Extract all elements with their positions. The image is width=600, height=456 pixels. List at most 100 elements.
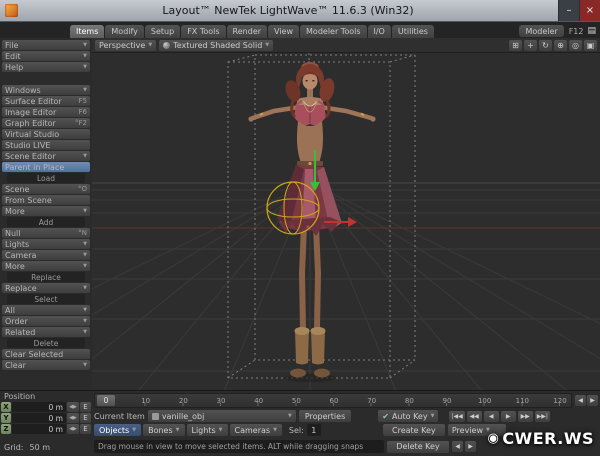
magnify-icon[interactable]: ◎ (569, 39, 582, 51)
sidebar-item-camera[interactable]: Camera ▼ (2, 250, 90, 260)
sidebar-item-scene[interactable]: Scene °O (2, 184, 90, 194)
viewport-toolbar: Perspective ▼ Textured Shaded Solid ▼ ⊞ +… (92, 38, 600, 53)
sidebar-item-more[interactable]: More ▼ (2, 261, 90, 271)
mode-lights-button[interactable]: Lights ▼ (186, 424, 228, 436)
minimize-button[interactable]: – (558, 0, 579, 21)
preview-next-button[interactable]: ▶ (465, 441, 476, 452)
tab-setup[interactable]: Setup (144, 25, 181, 38)
axis-tag-z[interactable]: Z (1, 424, 11, 434)
sidebar-item-all[interactable]: All ▼ (2, 305, 90, 315)
grid-toggle-icon[interactable]: ⊞ (509, 39, 522, 51)
mode-label: Bones (148, 425, 173, 435)
tab-render[interactable]: Render (226, 25, 268, 38)
tab-modeler-tools[interactable]: Modeler Tools (300, 25, 367, 38)
tab-items[interactable]: Items (70, 25, 105, 38)
transport-previous-keyframe-button[interactable]: ◀◀ (466, 410, 482, 422)
viewport-canvas[interactable] (92, 53, 600, 390)
envelope-button[interactable]: E (80, 402, 91, 412)
chevron-down-icon: ▼ (83, 53, 87, 59)
sidebar-item-surface-editor[interactable]: Surface Editor F5 (2, 96, 90, 106)
axis-stepper-icon[interactable]: ◀▶ (67, 424, 79, 434)
close-button[interactable]: × (579, 0, 600, 21)
sidebar-item-scene-editor[interactable]: Scene Editor ▼ (2, 151, 90, 161)
axis-tag-y[interactable]: Y (1, 413, 11, 423)
sidebar-item-clear-selected[interactable]: Clear Selected (2, 349, 90, 359)
timeline-slider[interactable]: 0 0102030405060708090100110120 (94, 393, 572, 408)
transport-go-to-end-button[interactable]: ▶▶| (534, 410, 550, 422)
axis-value-x-field[interactable]: 0 m (12, 402, 66, 412)
tab-modify[interactable]: Modify (105, 25, 144, 38)
window-title: Layout™ NewTek LightWave™ 11.6.3 (Win32) (162, 4, 414, 17)
sidebar-item-from-scene[interactable]: From Scene (2, 195, 90, 205)
mode-cameras-button[interactable]: Cameras ▼ (229, 424, 282, 436)
mode-objects-button[interactable]: Objects ▼ (94, 424, 142, 436)
sidebar-item-lights[interactable]: Lights ▼ (2, 239, 90, 249)
timeline-tick: 110 (515, 397, 530, 405)
axis-value-z-field[interactable]: 0 m (12, 424, 66, 434)
sidebar-item-more[interactable]: More ▼ (2, 206, 90, 216)
envelope-button[interactable]: E (80, 413, 91, 423)
zoom-icon[interactable]: ⊕ (554, 39, 567, 51)
panel-toggle-icon[interactable]: ▤ (587, 26, 596, 36)
frame-step-forward-button[interactable]: ▶ (587, 395, 598, 406)
axis-stepper-icon[interactable]: ◀▶ (67, 413, 79, 423)
current-item-row: Current Item vanille_obj ▼ Properties ✔ … (94, 410, 598, 422)
transport-next-frame-button[interactable]: ▶ (500, 410, 516, 422)
properties-button[interactable]: Properties (298, 410, 352, 422)
grid-value: 50 m (29, 443, 50, 452)
timeline-tick: 60 (329, 397, 339, 405)
watermark-logo-icon: ◉ (487, 431, 500, 446)
preview-prev-button[interactable]: ◀ (452, 441, 463, 452)
sidebar-item-windows[interactable]: Windows ▼ (2, 85, 90, 95)
sidebar-item-clear[interactable]: Clear ▼ (2, 360, 90, 370)
view-mode-dropdown[interactable]: Perspective ▼ (95, 39, 157, 51)
sidebar-item-image-editor[interactable]: Image Editor F6 (2, 107, 90, 117)
axis-value-y-field[interactable]: 0 m (12, 413, 66, 423)
tab-fx-tools[interactable]: FX Tools (181, 25, 226, 38)
sidebar-item-null[interactable]: Null °N (2, 228, 90, 238)
current-item-dropdown[interactable]: vanille_obj ▼ (147, 410, 296, 422)
axis-stepper-icon[interactable]: ◀▶ (67, 402, 79, 412)
sidebar-item-help[interactable]: Help ▼ (2, 62, 90, 72)
timeline-handle[interactable]: 0 (97, 395, 115, 406)
maximize-icon[interactable]: ▣ (584, 39, 597, 51)
transport-previous-frame-button[interactable]: ◀ (483, 410, 499, 422)
sidebar-item-graph-editor[interactable]: Graph Editor °F2 (2, 118, 90, 128)
chevron-down-icon: ▼ (218, 427, 223, 433)
tab-utilities[interactable]: Utilities (391, 25, 434, 38)
sidebar-item-file[interactable]: File ▼ (2, 40, 90, 50)
axis-tag-x[interactable]: X (1, 402, 11, 412)
auto-key-toggle[interactable]: ✔ Auto Key ▼ (378, 410, 439, 422)
shortcut-label: °F2 (75, 119, 87, 127)
rotate-icon[interactable]: ↻ (539, 39, 552, 51)
create-key-button[interactable]: Create Key (382, 424, 445, 436)
tab-i-o[interactable]: I/O (367, 25, 391, 38)
shading-mode-dropdown[interactable]: Textured Shaded Solid ▼ (159, 39, 274, 51)
sidebar-item-order[interactable]: Order ▼ (2, 316, 90, 326)
transport-go-to-start-button[interactable]: |◀◀ (449, 410, 465, 422)
delete-key-button[interactable]: Delete Key (387, 440, 449, 453)
sidebar-item-related[interactable]: Related ▼ (2, 327, 90, 337)
pan-icon[interactable]: + (524, 39, 537, 51)
sidebar-item-label: Graph Editor (5, 118, 56, 128)
transport-next-keyframe-button[interactable]: ▶▶ (517, 410, 533, 422)
selection-count-label: Sel: (288, 425, 304, 435)
envelope-button[interactable]: E (80, 424, 91, 434)
sidebar-item-label: More (5, 206, 25, 216)
edit-mode-buttons: Objects ▼ Bones ▼ Lights ▼ Cameras ▼ (94, 424, 282, 436)
frame-step-back-button[interactable]: ◀ (575, 395, 586, 406)
modeler-button[interactable]: Modeler (519, 25, 564, 37)
sidebar-item-virtual-studio[interactable]: Virtual Studio (2, 129, 90, 139)
shading-mode-label: Textured Shaded Solid (173, 40, 263, 50)
sidebar-item-replace[interactable]: Replace ▼ (2, 283, 90, 293)
axis-row-z: Z0 m ◀▶ E (1, 424, 91, 434)
sidebar-item-edit[interactable]: Edit ▼ (2, 51, 90, 61)
sidebar-item-label: Windows (5, 85, 41, 95)
mode-bones-button[interactable]: Bones ▼ (143, 424, 185, 436)
tab-view[interactable]: View (268, 25, 300, 38)
selection-count-value: 1 (306, 424, 321, 436)
sidebar-item-parent-in-place[interactable]: Parent in Place (2, 162, 90, 172)
sidebar-item-label: File (5, 40, 19, 50)
timeline-tick: 90 (442, 397, 452, 405)
sidebar-item-studio-live[interactable]: Studio LIVE (2, 140, 90, 150)
